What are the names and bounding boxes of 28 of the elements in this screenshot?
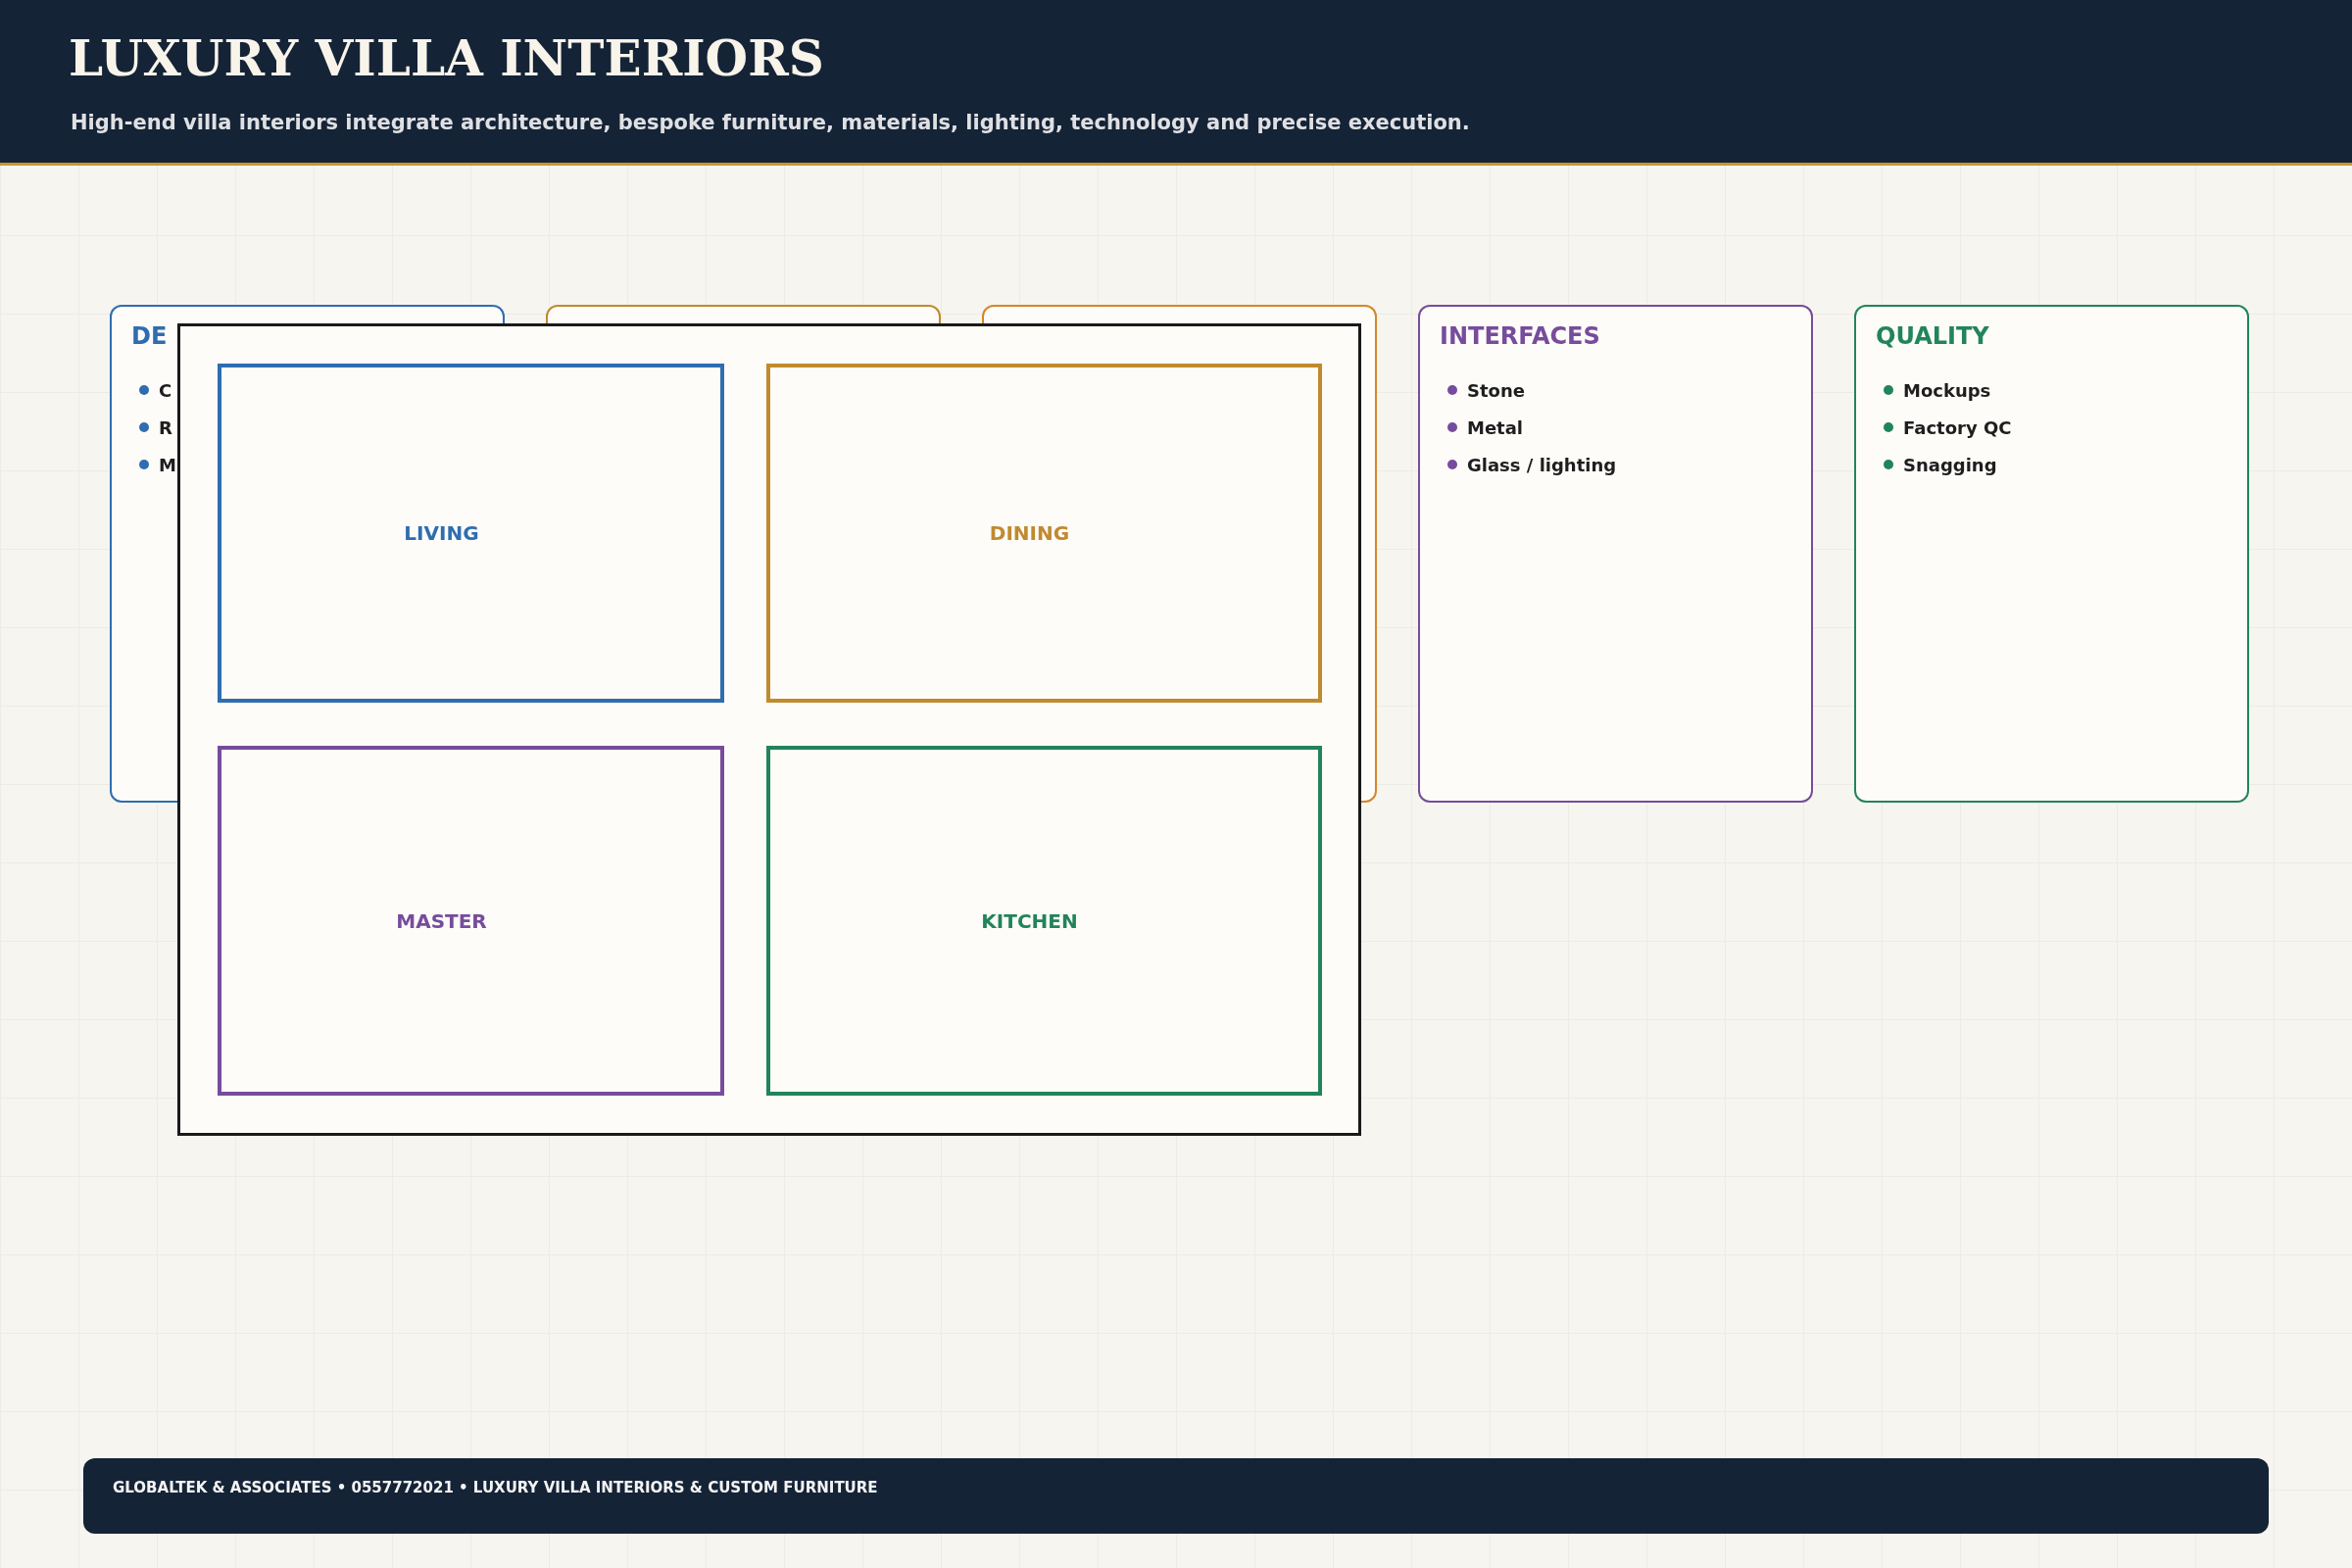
card-title: INTERFACES [1440,322,1600,350]
bullet-icon [1447,385,1457,395]
card-title: QUALITY [1876,322,1989,350]
room-label: LIVING [404,521,479,545]
bullet-icon [139,460,149,469]
list-item: R [159,416,172,438]
list-item: M [159,454,176,475]
bullet-icon [1884,385,1893,395]
subtitle: High-end villa interiors integrate architecture, bespoke furniture, materials, lighting, technology and precise execution. [71,111,1470,134]
room-label: MASTER [396,908,487,933]
bullet-icon [139,385,149,395]
bullet-icon [1447,460,1457,469]
list-item: Factory QC [1903,416,2012,438]
card-title: DE [131,322,168,350]
room-label: DINING [989,521,1070,545]
bullet-icon [1884,460,1893,469]
list-item: C [159,379,172,401]
bullet-icon [139,422,149,432]
room-label: KITCHEN [981,908,1078,933]
list-item: Metal [1467,416,1524,438]
page-title: LUXURY VILLA INTERIORS [69,28,824,87]
bullet-icon [1884,422,1893,432]
list-item: Snagging [1903,454,1997,475]
list-item: Glass / lighting [1467,454,1617,475]
footer-text: GLOBALTEK & ASSOCIATES • 0557772021 • LUXURY VILLA INTERIORS & CUSTOM FURNITURE [113,1479,878,1496]
list-item: Mockups [1903,379,1991,401]
bullet-icon [1447,422,1457,432]
list-item: Stone [1467,379,1525,401]
